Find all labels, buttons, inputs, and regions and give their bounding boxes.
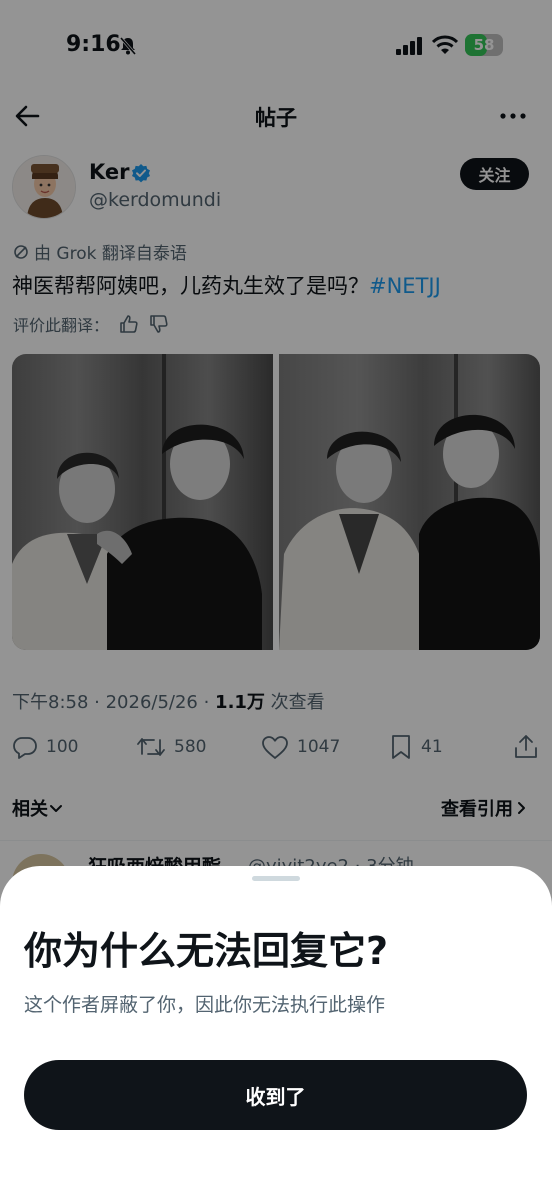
sheet-subtitle: 这个作者屏蔽了你，因此你无法执行此操作	[24, 994, 386, 1016]
sheet-title: 你为什么无法回复它?	[24, 929, 389, 973]
sheet-grabber[interactable]	[252, 876, 300, 881]
bottom-sheet: 你为什么无法回复它? 这个作者屏蔽了你，因此你无法执行此操作 收到了	[0, 866, 552, 1200]
got-it-button[interactable]: 收到了	[24, 1060, 527, 1130]
